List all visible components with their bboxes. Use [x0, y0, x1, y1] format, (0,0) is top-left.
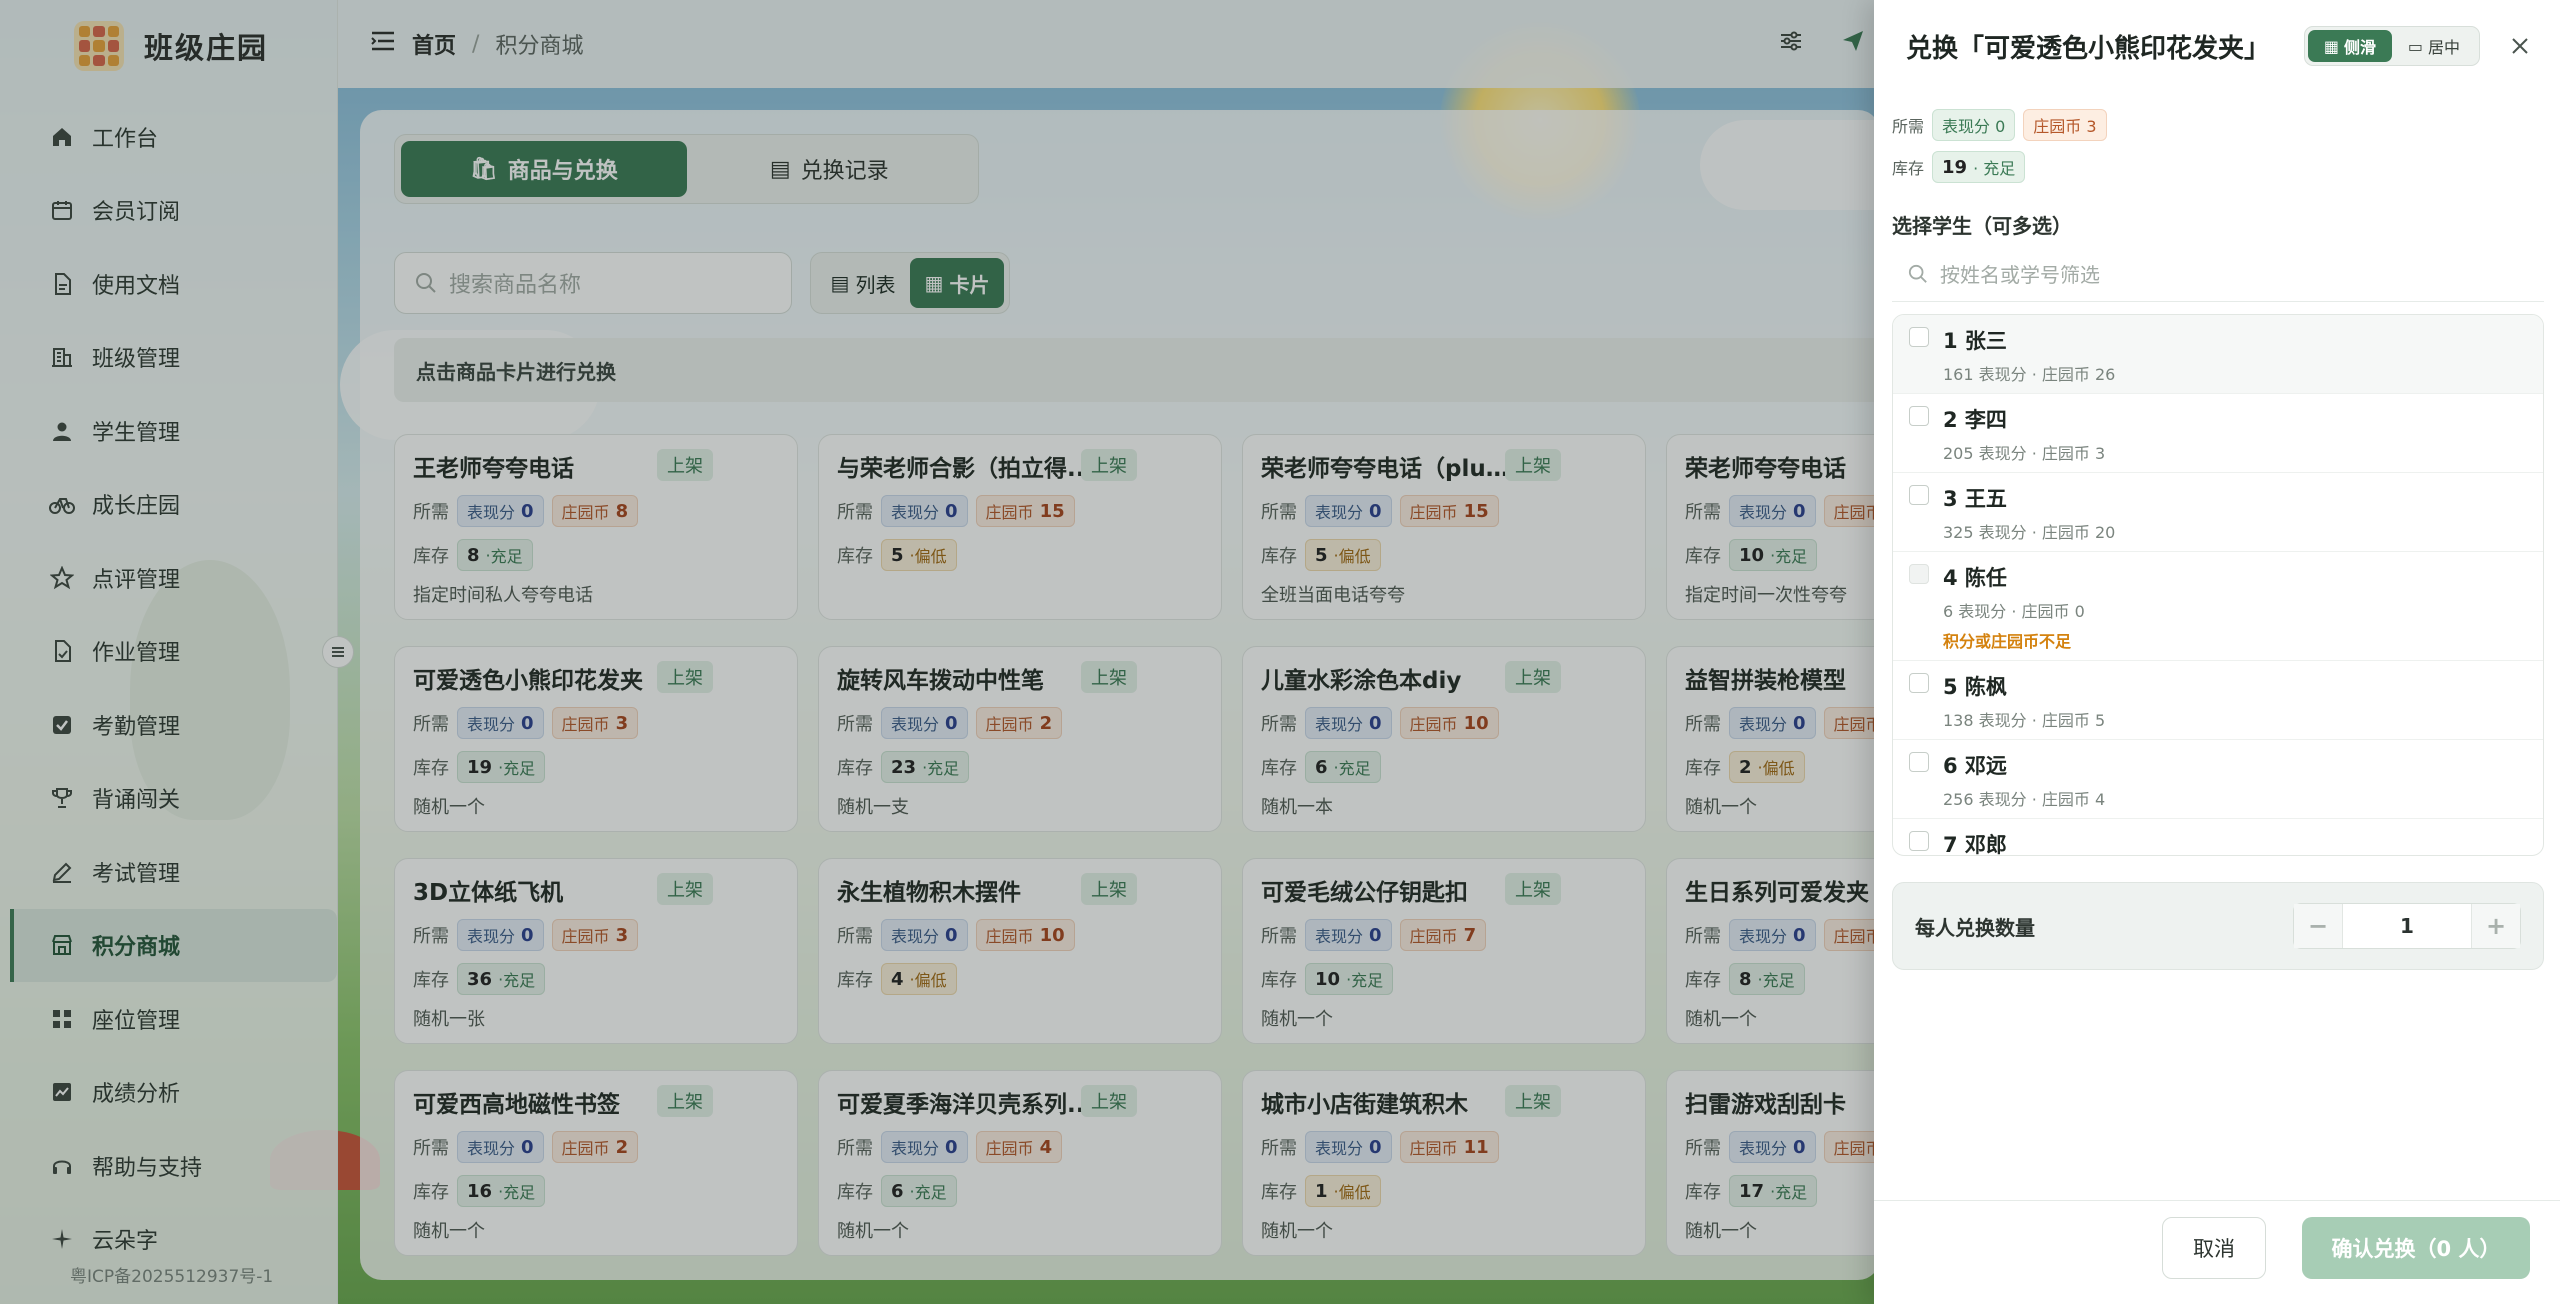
student-checkbox[interactable]	[1909, 831, 1929, 851]
student-row[interactable]: 5 陈枫 138 表现分 · 庄园币 5	[1893, 661, 2543, 740]
student-checkbox	[1909, 564, 1929, 584]
student-checkbox[interactable]	[1909, 406, 1929, 426]
student-name: 5 陈枫	[1943, 675, 2007, 699]
student-name: 1 张三	[1943, 329, 2007, 353]
mode-center-label: 居中	[2428, 38, 2461, 57]
close-icon	[2512, 38, 2528, 54]
grid-icon: ▦	[2323, 36, 2340, 56]
close-button[interactable]	[2504, 30, 2536, 62]
insufficient-warning: 积分或庄园币不足	[1943, 632, 2072, 651]
student-balance: 6 表现分 · 庄园币 0	[1943, 602, 2085, 621]
increment-button[interactable]: +	[2472, 904, 2520, 948]
need-points-badge: 表现分 0	[1932, 109, 2016, 141]
mode-side-label: 侧滑	[2344, 38, 2377, 57]
modal-overlay[interactable]	[0, 0, 1874, 1304]
cancel-button[interactable]: 取消	[2162, 1217, 2266, 1279]
quantity-label: 每人兑换数量	[1915, 915, 2035, 940]
drawer-mode-toggle: ▦ 侧滑 ▭ 居中	[2304, 26, 2480, 66]
minus-icon: −	[2307, 912, 2329, 940]
student-row[interactable]: 6 邓远 256 表现分 · 庄园币 4	[1893, 740, 2543, 819]
decrement-button[interactable]: −	[2294, 904, 2342, 948]
student-row: 4 陈任 6 表现分 · 庄园币 0 积分或庄园币不足	[1893, 552, 2543, 661]
student-checkbox[interactable]	[1909, 485, 1929, 505]
need-coins-badge: 庄园币 3	[2023, 109, 2107, 141]
student-balance: 138 表现分 · 庄园币 5	[1943, 711, 2106, 730]
student-balance: 161 表现分 · 庄园币 26	[1943, 365, 2116, 384]
quantity-section: 每人兑换数量 − 1 +	[1892, 882, 2544, 970]
mode-center-button[interactable]: ▭ 居中	[2392, 30, 2476, 62]
stock-value: 19	[1942, 156, 1968, 178]
student-row[interactable]: 1 张三 161 表现分 · 庄园币 26	[1893, 315, 2543, 394]
stock-label: 库存	[1892, 159, 1925, 178]
student-name: 3 王五	[1943, 487, 2007, 511]
plus-icon: +	[2485, 912, 2507, 940]
search-icon	[1908, 264, 1927, 283]
filter-placeholder: 按姓名或学号筛选	[1940, 263, 2100, 287]
quantity-input[interactable]: 1	[2342, 904, 2472, 948]
student-filter-input[interactable]: 按姓名或学号筛选	[1892, 246, 2544, 302]
mode-side-button[interactable]: ▦ 侧滑	[2308, 30, 2392, 62]
student-list: 1 张三 161 表现分 · 庄园币 26 2 李四 205 表现分 · 庄园币 3 3…	[1892, 314, 2544, 856]
student-name: 2 李四	[1943, 408, 2007, 432]
requirements: 所需 表现分 0 庄园币 3 库存 19 · 充足	[1892, 104, 2115, 188]
monitor-icon: ▭	[2407, 36, 2424, 56]
select-students-label: 选择学生（可多选）	[1892, 214, 2072, 238]
student-name: 6 邓远	[1943, 754, 2007, 778]
student-name: 4 陈任	[1943, 566, 2007, 590]
stock-badge: 19 · 充足	[1932, 151, 2026, 183]
drawer-footer: 取消 确认兑换（0 人）	[1874, 1200, 2560, 1304]
student-checkbox[interactable]	[1909, 327, 1929, 347]
student-row[interactable]: 3 王五 325 表现分 · 庄园币 20	[1893, 473, 2543, 552]
student-row[interactable]: 7 邓郎125 表现分 · 庄园币 12	[1893, 819, 2543, 856]
student-balance: 325 表现分 · 庄园币 20	[1943, 523, 2116, 542]
student-checkbox[interactable]	[1909, 752, 1929, 772]
drawer-title: 兑换「可爱透色小熊印花发夹」	[1906, 33, 2271, 64]
student-name: 7 邓郎	[1943, 833, 2007, 856]
quantity-stepper: − 1 +	[2293, 903, 2521, 949]
stock-state: · 充足	[1973, 159, 2016, 178]
student-balance: 205 表现分 · 庄园币 3	[1943, 444, 2106, 463]
confirm-exchange-button[interactable]: 确认兑换（0 人）	[2302, 1217, 2530, 1279]
need-label: 所需	[1892, 117, 1925, 136]
student-balance: 256 表现分 · 庄园币 4	[1943, 790, 2106, 809]
student-row[interactable]: 2 李四 205 表现分 · 庄园币 3	[1893, 394, 2543, 473]
exchange-drawer: 兑换「可爱透色小熊印花发夹」 ▦ 侧滑 ▭ 居中 所需 表现分 0 庄园币 3 库存…	[1874, 0, 2560, 1304]
student-checkbox[interactable]	[1909, 673, 1929, 693]
